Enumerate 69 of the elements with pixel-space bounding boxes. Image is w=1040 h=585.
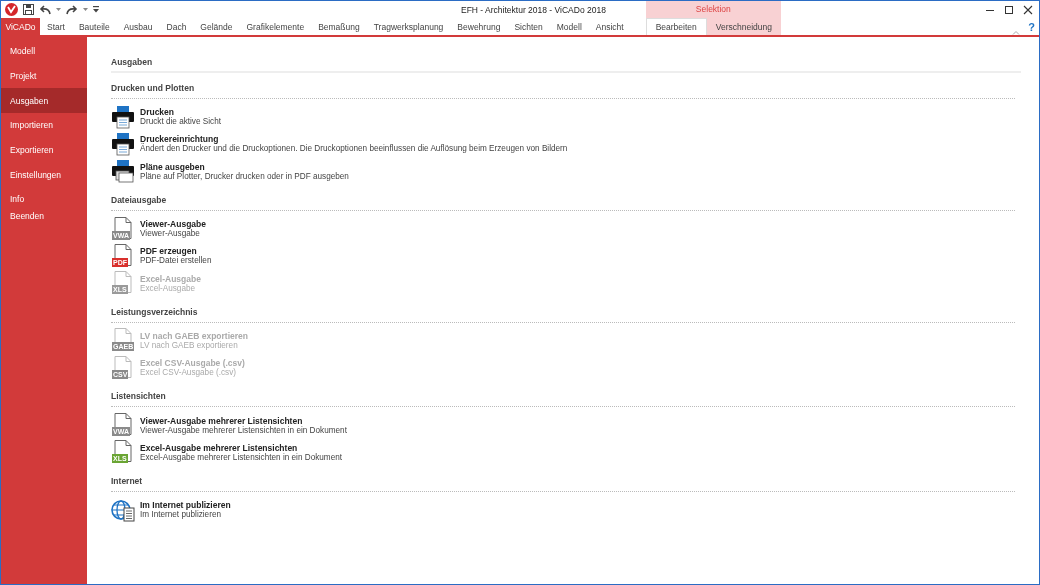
output-command[interactable]: Drucken Druckt die aktive Sicht [111, 103, 221, 131]
sidebar-item[interactable]: Projekt [1, 63, 87, 89]
ribbon-tab[interactable]: Dach [160, 18, 193, 35]
sidebar-item[interactable]: Einstellungen [1, 162, 87, 188]
sidebar-item[interactable]: Ausgaben [1, 88, 87, 114]
ribbon-tab[interactable]: Tragwerksplanung [367, 18, 450, 35]
command-title: Drucken [140, 107, 174, 118]
section-heading: Dateiausgabe [111, 194, 1015, 211]
ribbon-tab[interactable]: Bauteile [72, 18, 116, 35]
command-description: Excel CSV-Ausgabe (.csv) [140, 368, 236, 378]
ribbon-tab[interactable]: Bewehrung [451, 18, 507, 35]
close-icon[interactable] [1023, 4, 1033, 15]
command-description: Excel-Ausgabe [140, 283, 196, 293]
page-title: Ausgaben [111, 57, 1021, 73]
undo-icon[interactable] [39, 4, 51, 15]
command-description: Druckt die aktive Sicht [140, 117, 221, 127]
ribbon-tab[interactable]: Ansicht [589, 18, 630, 35]
command-title: Pläne ausgeben [140, 161, 205, 172]
context-group-label: Selektion [694, 3, 732, 16]
output-command[interactable]: Druckereinrichtung Ändert den Drucker und die Druckoptionen. Die Druckoptionen beeinflussen die Auflösung beim Erzeugen von Bildern [111, 130, 568, 158]
ribbon-tab[interactable]: Gelände [194, 18, 239, 35]
section-heading: Leistungsverzeichnis [111, 306, 1015, 323]
ribbon-tab[interactable]: Start [41, 18, 71, 35]
printer-icon [111, 159, 135, 184]
command-title: Viewer-Ausgabe [140, 219, 206, 230]
sidebar-item[interactable]: Importieren [1, 113, 87, 138]
command-title: LV nach GAEB exportieren [140, 330, 248, 341]
command-title: Excel-Ausgabe [140, 273, 201, 284]
command-description: Viewer-Ausgabe [140, 229, 200, 239]
section-heading: Internet [111, 475, 1015, 492]
section-heading: Listensichten [111, 391, 1015, 408]
command-title: Viewer-Ausgabe mehrerer Listensichten [140, 415, 303, 426]
printer-icon [111, 104, 135, 129]
ribbon-tab[interactable]: Verschneidung [706, 18, 782, 35]
command-description: LV nach GAEB exportieren [140, 340, 238, 350]
command-title: Excel CSV-Ausgabe (.csv) [140, 358, 245, 369]
window-title: EFH - Architektur 2018 - ViCADo 2018 [461, 4, 606, 15]
section-heading: Drucken und Plotten [111, 83, 1015, 99]
output-command[interactable]: Im Internet publizieren Im Internet publizieren [111, 495, 231, 524]
command-title: Excel-Ausgabe mehrerer Listensichten [140, 442, 298, 453]
sidebar-item[interactable]: Modell [1, 39, 87, 64]
customize-icon[interactable] [93, 6, 99, 13]
command-description: Im Internet publizieren [140, 510, 221, 520]
ribbon-tab[interactable]: Ausbau [117, 18, 159, 35]
command-description: Viewer-Ausgabe mehrerer Listensichten in ein Dokument [140, 425, 347, 435]
output-command[interactable]: Pläne ausgeben Pläne auf Plotter, Drucker drucken oder in PDF ausgeben [111, 157, 349, 185]
command-title: Druckereinrichtung [140, 134, 219, 145]
dropdown-caret-icon[interactable] [56, 7, 61, 12]
maximize-icon[interactable] [1004, 4, 1014, 15]
ribbon-tab[interactable]: Modell [550, 18, 588, 35]
ribbon-tab[interactable]: Bearbeiten [645, 18, 707, 35]
sidebar-item[interactable]: Exportieren [1, 137, 87, 163]
command-description: PDF-Datei erstellen [140, 256, 212, 266]
dropdown-caret-icon[interactable] [83, 7, 88, 12]
command-title: Im Internet publizieren [140, 500, 231, 511]
ribbon-tab[interactable]: Grafikelemente [240, 18, 311, 35]
ribbon-tab[interactable]: Sichten [508, 18, 549, 35]
ribbon-tab[interactable]: Bemaßung [312, 18, 366, 35]
save-icon[interactable] [23, 4, 34, 15]
redo-icon[interactable] [66, 4, 78, 15]
globe-icon [111, 497, 135, 522]
app-menu-tab[interactable]: ViCADo [1, 18, 40, 35]
command-description: Excel-Ausgabe mehrerer Listensichten in ein Dokument [140, 452, 343, 462]
command-title: PDF erzeugen [140, 246, 197, 257]
command-description: Ändert den Drucker und die Druckoptionen. Die Druckoptionen beeinflussen die Auflösung beim Erzeugen von Bildern [140, 144, 568, 154]
printer-icon [111, 131, 135, 156]
app-logo-icon [5, 3, 18, 16]
command-description: Pläne auf Plotter, Drucker drucken oder in PDF ausgeben [140, 171, 349, 181]
help-button[interactable]: ? [1020, 21, 1039, 35]
